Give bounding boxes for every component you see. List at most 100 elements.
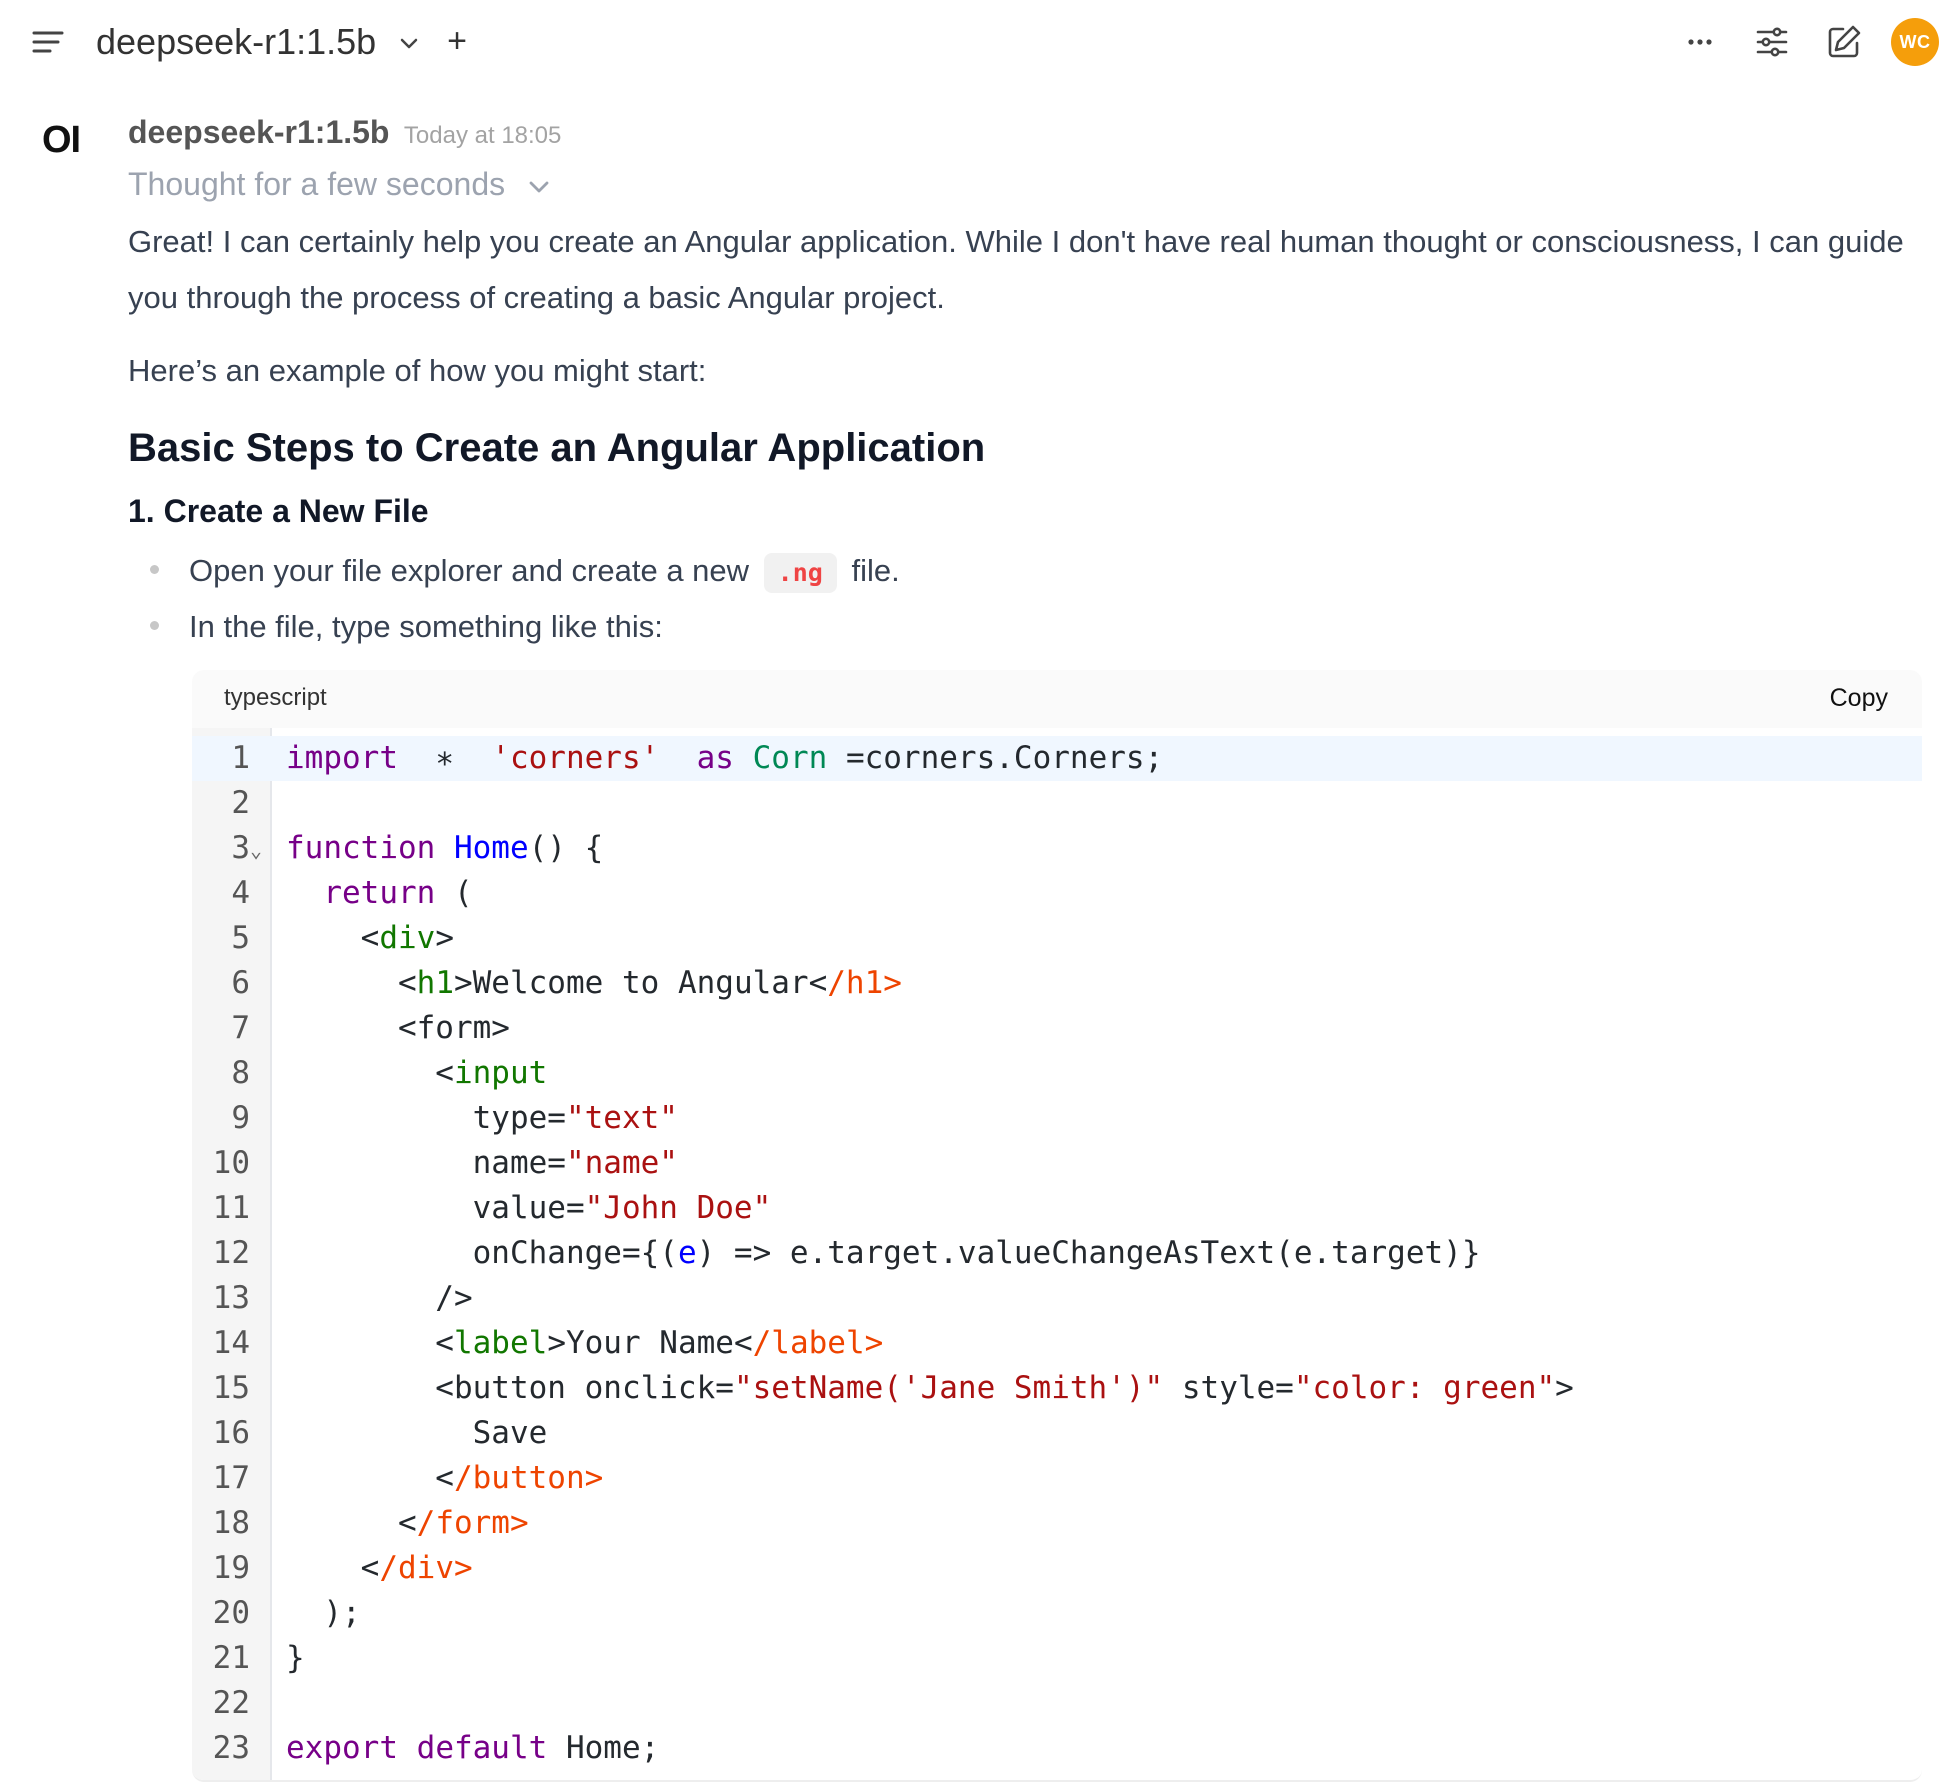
code-token: Save (286, 1415, 548, 1451)
code-token: "name" (565, 1145, 678, 1181)
code-token: >Your Name< (547, 1325, 753, 1361)
code-token: function (286, 830, 436, 866)
code-token: /button> (453, 1460, 604, 1496)
code-token: type= (286, 1100, 566, 1136)
code-token: Corn (752, 740, 828, 776)
code-line[interactable]: 22 (192, 1681, 1922, 1726)
code-line[interactable]: 14 <label>Your Name</label> (192, 1321, 1922, 1366)
line-number: 7 (231, 1010, 250, 1046)
line-number: 22 (212, 1685, 250, 1721)
code-line-text: Save (286, 1411, 548, 1456)
code-line[interactable]: 6 <h1>Welcome to Angular</h1> (192, 961, 1922, 1006)
line-number: 20 (212, 1595, 250, 1631)
line-number: 13 (212, 1280, 250, 1316)
code-token: =corners.Corners; (827, 740, 1164, 776)
code-line[interactable]: 1 import ∗ 'corners' as Corn =corners.Cor… (192, 736, 1922, 781)
line-number: 4 (231, 875, 250, 911)
code-line[interactable]: 4 return ( (192, 871, 1922, 916)
code-token: /div> (379, 1550, 473, 1586)
code-line-text: onChange={(e) => e.target.valueChangeAsT… (286, 1231, 1481, 1276)
code-token: < (286, 1055, 454, 1091)
code-line[interactable]: 12 onChange={(e) => e.target.valueChange… (192, 1231, 1922, 1276)
line-number: 17 (212, 1460, 250, 1496)
code-line-text: function Home() { (286, 826, 603, 871)
chevron-down-icon[interactable] (396, 30, 422, 56)
code-token: return (323, 875, 436, 911)
code-token: "color: green" (1293, 1370, 1556, 1406)
code-token: ∗ (435, 740, 454, 776)
code-token: ( (435, 875, 473, 911)
line-number: 18 (212, 1505, 250, 1541)
code-line[interactable]: 16 Save (192, 1411, 1922, 1456)
line-number: 2 (231, 785, 250, 821)
user-avatar[interactable]: WC (1891, 18, 1939, 66)
copy-button[interactable]: Copy (1830, 684, 1888, 713)
response-paragraph: Great! I can certainly help you create a… (128, 224, 1904, 315)
code-token: /h1> (827, 965, 902, 1001)
add-model-button[interactable]: + (442, 24, 472, 58)
bullet-icon (150, 565, 159, 575)
code-line-text: type="text" (286, 1096, 678, 1141)
code-line-text: export default Home; (286, 1726, 659, 1771)
thought-toggle[interactable]: Thought for a few seconds (128, 166, 552, 203)
list-item: In the file, type something like this: (150, 602, 663, 652)
code-line-text: return ( (286, 871, 473, 916)
top-bar: deepseek-r1:1.5b + WC (0, 0, 1950, 84)
line-number: 1 (231, 740, 250, 776)
code-line[interactable]: 20 ); (192, 1591, 1922, 1636)
code-line[interactable]: 13 /> (192, 1276, 1922, 1321)
code-token: < (286, 1505, 417, 1541)
code-line[interactable]: 17 </button> (192, 1456, 1922, 1501)
code-language-label: typescript (224, 684, 327, 711)
code-line[interactable]: 21} (192, 1636, 1922, 1681)
code-editor[interactable]: 1 import ∗ 'corners' as Corn =corners.Cor… (192, 736, 1922, 1771)
code-token: Home; (547, 1730, 660, 1766)
line-number: 6 (231, 965, 250, 1001)
code-line-text: </form> (286, 1501, 529, 1546)
code-line[interactable]: 3 ⌄ function Home() { (192, 826, 1922, 871)
code-token: onChange={( (286, 1235, 678, 1271)
code-token: > (435, 920, 454, 956)
sliders-icon[interactable] (1752, 22, 1792, 62)
code-line[interactable]: 15 <button onclick="setName('Jane Smith'… (192, 1366, 1922, 1411)
code-token: export (286, 1730, 398, 1766)
code-token: < (286, 1550, 380, 1586)
fold-chevron-icon[interactable]: ⌄ (250, 828, 268, 873)
code-token: <form> (286, 1010, 510, 1046)
model-avatar: OI (42, 119, 81, 161)
code-token: default (416, 1730, 548, 1766)
code-token: label (453, 1325, 548, 1361)
code-line-text: <h1>Welcome to Angular</h1> (286, 961, 902, 1006)
line-number: 19 (212, 1550, 250, 1586)
code-line[interactable]: 8 <input (192, 1051, 1922, 1096)
line-number: 8 (231, 1055, 250, 1091)
code-line[interactable]: 2 (192, 781, 1922, 826)
model-selector-title[interactable]: deepseek-r1:1.5b (96, 18, 376, 66)
code-token: 'corners' (491, 740, 660, 776)
code-line[interactable]: 19 </div> (192, 1546, 1922, 1591)
code-line[interactable]: 7 <form> (192, 1006, 1922, 1051)
code-token: "text" (565, 1100, 678, 1136)
code-line[interactable]: 10 name="name" (192, 1141, 1922, 1186)
line-number: 10 (212, 1145, 250, 1181)
code-line[interactable]: 18 </form> (192, 1501, 1922, 1546)
message-header: deepseek-r1:1.5b Today at 18:05 (128, 114, 561, 151)
thought-label: Thought for a few seconds (128, 166, 506, 202)
code-token: /> (286, 1280, 473, 1316)
more-icon[interactable] (1680, 22, 1720, 62)
edit-icon[interactable] (1824, 22, 1864, 62)
code-line[interactable]: 9 type="text" (192, 1096, 1922, 1141)
code-line[interactable]: 11 value="John Doe" (192, 1186, 1922, 1231)
code-line[interactable]: 5 <div> (192, 916, 1922, 961)
code-token: import (286, 740, 398, 776)
code-line[interactable]: 23 export default Home; (192, 1726, 1922, 1771)
code-token: style= (1163, 1370, 1294, 1406)
code-line-text: /> (286, 1276, 473, 1321)
code-line-text: name="name" (286, 1141, 678, 1186)
list-item: Open your file explorer and create a new… (150, 546, 900, 596)
menu-icon[interactable] (28, 24, 68, 60)
